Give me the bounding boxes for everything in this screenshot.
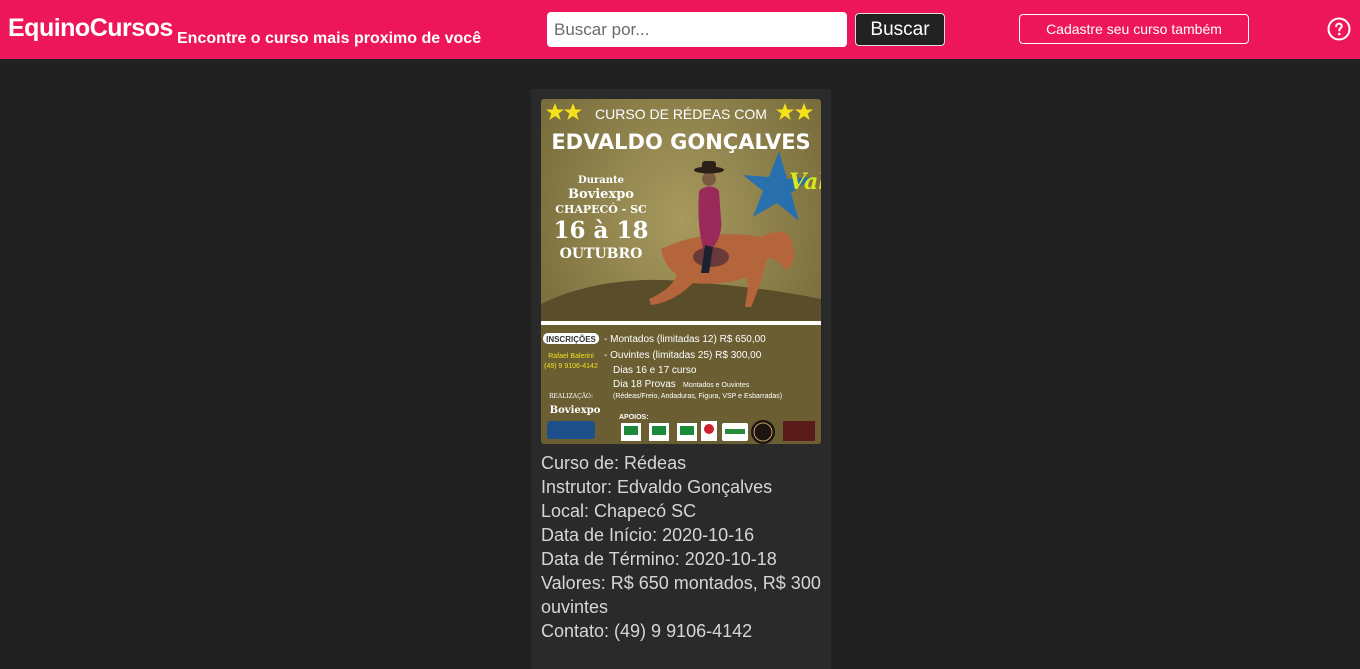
search-button[interactable]: Buscar <box>855 13 945 46</box>
poster-event-line: Boviexpo <box>568 187 634 202</box>
poster-price-line: Dia 18 Provas <box>613 379 676 390</box>
brand-logo-text[interactable]: EquinoCursos <box>8 14 173 43</box>
poster-price-line: - Ouvintes (limitadas 25) R$ 300,00 <box>604 350 762 361</box>
poster-instructor: EDVALDO GONÇALVES <box>551 130 810 154</box>
poster-realizacao-label: REALIZAÇÃO: <box>549 392 593 400</box>
balerini-logo <box>547 421 595 439</box>
poster-price-line: Dias 16 e 17 curso <box>613 365 697 376</box>
course-details: Curso de: Rédeas Instrutor: Edvaldo Gonç… <box>541 451 827 643</box>
course-type: Curso de: Rédeas <box>541 453 687 473</box>
poster-event-line: OUTUBRO <box>560 246 643 262</box>
course-instructor: Instrutor: Edvaldo Gonçalves <box>541 477 773 497</box>
poster-provas-note: Montados e Ouvintes <box>683 382 750 389</box>
poster-contact-phone: (49) 9 9106-4142 <box>544 363 598 370</box>
poster-headline: CURSO DE RÉDEAS COM <box>595 106 767 122</box>
course-poster-image: CURSO DE RÉDEAS COM EDVALDO GONÇALVES Va… <box>541 99 821 444</box>
search-input[interactable] <box>547 12 847 47</box>
register-course-button[interactable]: Cadastre seu curso também <box>1019 14 1249 44</box>
course-contact: Contato: (49) 9 9106-4142 <box>541 621 753 641</box>
poster-realizacao-value: Boviexpo <box>550 405 601 416</box>
poster-price-line: - Montados (limitadas 12) R$ 650,00 <box>604 334 766 345</box>
poster-event-line: CHAPECÓ - SC <box>555 202 647 216</box>
poster-contact-name: Rafael Balerini <box>548 353 594 360</box>
course-location: Local: Chapecó SC <box>541 501 697 521</box>
poster-inscricoes-label: INSCRIÇÕES <box>546 335 596 344</box>
top-navbar: EquinoCursos Encontre o curso mais proxi… <box>0 0 1360 59</box>
tagline: Encontre o curso mais proximo de você <box>177 30 482 47</box>
poster-apoios-label: APOIOS: <box>619 414 649 421</box>
poster-price-line: (Rédeas/Freio, Andaduras, Figura, VSP e … <box>613 393 782 400</box>
poster-event-line: 16 à 18 <box>554 217 649 244</box>
course-prices: Valores: R$ 650 montados, R$ 300 ouvinte… <box>541 573 821 617</box>
course-end-date: Data de Término: 2020-10-18 <box>541 549 777 569</box>
question-circle-icon[interactable] <box>1327 17 1351 41</box>
poster-event-line: Durante <box>578 175 624 186</box>
svg-text:Val: Val <box>789 169 821 195</box>
course-start-date: Data de Início: 2020-10-16 <box>541 525 755 545</box>
course-card: CURSO DE RÉDEAS COM EDVALDO GONÇALVES Va… <box>531 89 831 669</box>
